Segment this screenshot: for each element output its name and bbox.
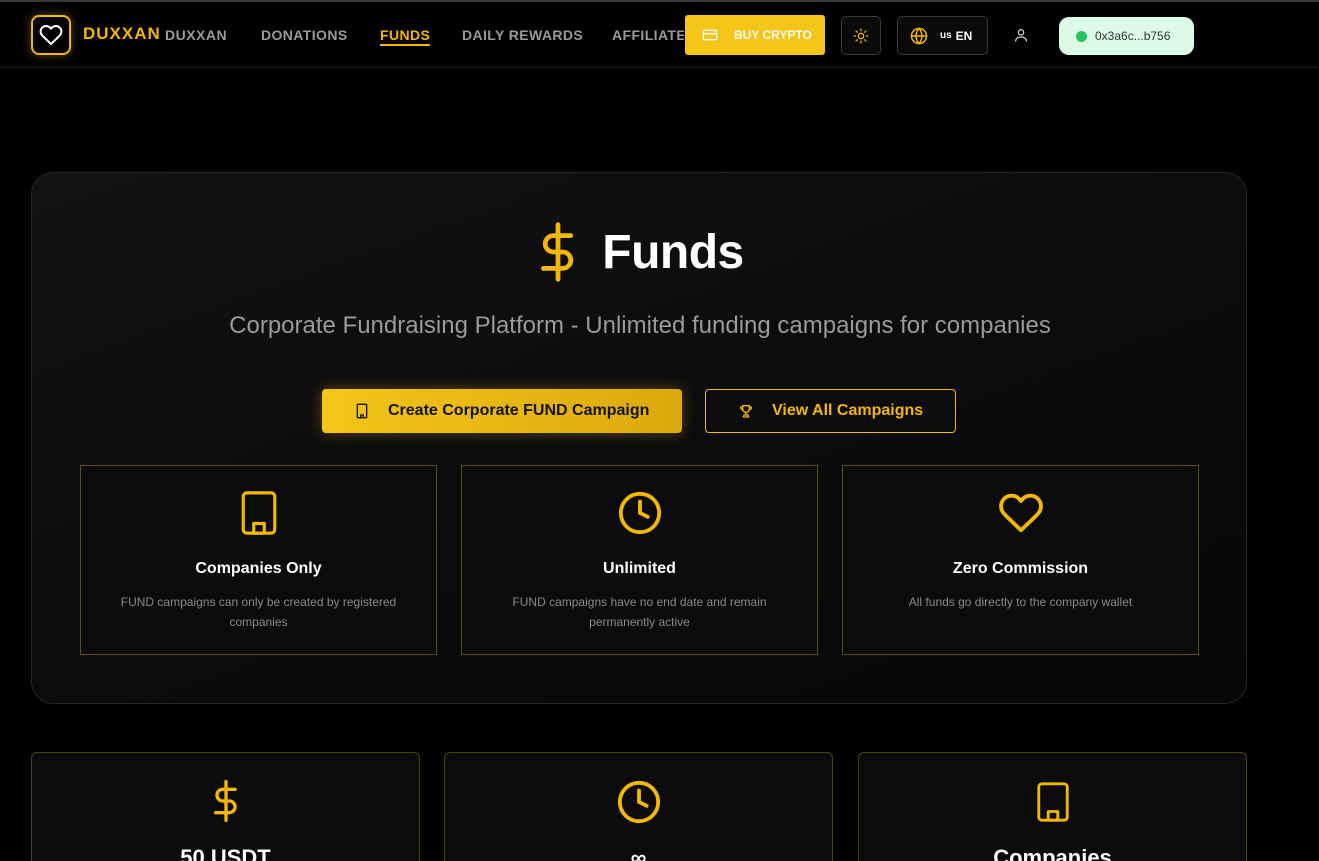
feature-title: Companies Only (195, 560, 322, 577)
clock-icon (617, 780, 660, 824)
globe-icon (910, 26, 928, 45)
nav-affiliate[interactable]: AFFILIATE (612, 27, 684, 43)
brand-name-secondary: DUXXAN (165, 27, 228, 43)
profile-button[interactable] (1013, 27, 1029, 48)
building-icon (356, 403, 368, 419)
hero-card: Funds Corporate Fundraising Platform - U… (31, 172, 1247, 704)
heart-icon (998, 493, 1043, 533)
feature-card-zero-commission: Zero Commission All funds go directly to… (842, 465, 1199, 655)
dollar-icon (541, 222, 574, 282)
building-icon (241, 491, 276, 535)
wallet-address: 0x3a6c...b756 (1095, 29, 1171, 43)
trophy-icon (739, 405, 753, 418)
buy-crypto-label: BUY CRYPTO (734, 28, 812, 42)
stat-value: 50 USDT (180, 845, 271, 861)
clock-icon (618, 491, 661, 535)
dollar-icon (213, 779, 237, 823)
theme-toggle-button[interactable] (841, 16, 881, 55)
heart-icon (39, 25, 63, 45)
wallet-status-dot (1076, 30, 1087, 42)
language-selector[interactable]: us EN (897, 16, 988, 55)
page-title: Funds (602, 225, 744, 279)
wallet-address-button[interactable]: 0x3a6c...b756 (1059, 17, 1194, 55)
top-navbar: DUXXAN DUXXAN DONATIONS FUNDS DAILY REWA… (0, 2, 1319, 68)
stat-card-min-amount: 50 USDT (31, 752, 420, 861)
logo[interactable] (31, 15, 71, 55)
hero-title-row: Funds (32, 221, 1248, 283)
stat-card-eligibility: Companies (858, 752, 1247, 861)
building-icon (1036, 782, 1069, 822)
sun-icon (853, 28, 869, 43)
nav-funds[interactable]: FUNDS (380, 27, 431, 46)
feature-description: All funds go directly to the company wal… (908, 595, 1133, 609)
create-campaign-label: Create Corporate FUND Campaign (388, 402, 650, 419)
feature-description: FUND campaigns can only be created by re… (120, 595, 397, 629)
feature-card-unlimited: Unlimited FUND campaigns have no end dat… (461, 465, 818, 655)
buy-crypto-button[interactable]: BUY CRYPTO (685, 15, 825, 55)
page-subtitle: Corporate Fundraising Platform - Unlimit… (229, 312, 1051, 339)
credit-card-icon (702, 29, 718, 41)
stat-card-duration: ∞ (444, 752, 833, 861)
brand-name[interactable]: DUXXAN (83, 24, 161, 44)
feature-title: Zero Commission (952, 560, 1089, 577)
language-flag-code: us (940, 30, 952, 41)
view-campaigns-button[interactable]: View All Campaigns (705, 389, 956, 433)
feature-description: FUND campaigns have no end date and rema… (512, 595, 767, 629)
stat-value: Companies (993, 845, 1112, 861)
create-campaign-button[interactable]: Create Corporate FUND Campaign (322, 389, 682, 433)
user-icon (1015, 29, 1027, 42)
feature-card-companies-only: Companies Only FUND campaigns can only b… (80, 465, 437, 655)
feature-title: Unlimited (603, 560, 676, 577)
view-campaigns-label: View All Campaigns (772, 402, 924, 419)
language-label: EN (955, 28, 973, 43)
nav-donations[interactable]: DONATIONS (261, 27, 348, 43)
nav-daily-rewards[interactable]: DAILY REWARDS (462, 27, 583, 43)
stat-value: ∞ (630, 845, 647, 861)
